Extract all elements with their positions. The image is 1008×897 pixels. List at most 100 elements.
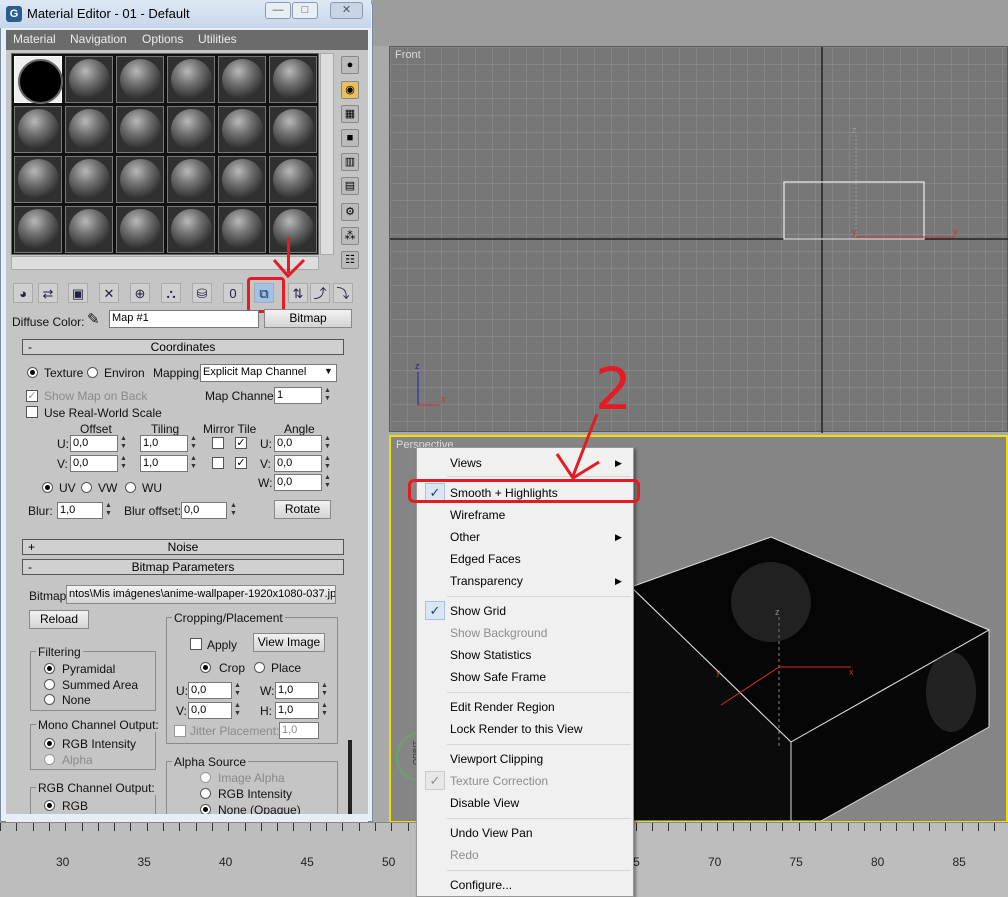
sample-slot[interactable]	[167, 156, 215, 203]
jitter-checkbox[interactable]	[174, 725, 186, 737]
sample-slot[interactable]	[116, 56, 164, 103]
spinner-icon[interactable]: ▲ ▼	[323, 435, 332, 452]
reload-button[interactable]: Reload	[29, 610, 89, 629]
sample-slot[interactable]	[116, 156, 164, 203]
alpha-rgb-intensity-radio[interactable]	[200, 788, 211, 799]
map-type-button[interactable]: Bitmap	[264, 309, 352, 328]
rgb-intensity-radio[interactable]	[44, 738, 55, 749]
menu-navigation[interactable]: Navigation	[70, 32, 127, 46]
menu-utilities[interactable]: Utilities	[198, 32, 237, 46]
blur-offset-field[interactable]: 0,0	[181, 502, 227, 519]
spinner-icon[interactable]: ▲ ▼	[323, 387, 332, 404]
sample-slot[interactable]	[218, 156, 266, 203]
make-preview-icon[interactable]: ▤	[341, 177, 359, 195]
blur-field[interactable]: 1,0	[57, 502, 103, 519]
spinner-icon[interactable]: ▲ ▼	[119, 455, 128, 472]
menu-item-edit-render-region[interactable]: Edit Render Region	[450, 700, 555, 714]
menu-item-disable-view[interactable]: Disable View	[450, 796, 519, 810]
v-tiling-field[interactable]: 1,0	[140, 455, 188, 472]
sample-slot[interactable]	[65, 206, 113, 253]
assign-material-icon[interactable]: ▣	[68, 283, 88, 303]
vw-radio[interactable]	[81, 482, 92, 493]
menu-item-show-statistics[interactable]: Show Statistics	[450, 648, 531, 662]
bitmap-parameters-rollout[interactable]: - Bitmap Parameters	[22, 559, 344, 575]
get-material-icon[interactable]: ◕	[13, 283, 33, 303]
sample-slot[interactable]	[65, 106, 113, 153]
spinner-icon[interactable]: ▲ ▼	[323, 474, 332, 491]
sample-slot[interactable]	[14, 56, 63, 104]
background-checker-icon[interactable]: ▦	[341, 105, 359, 123]
sample-slot[interactable]	[269, 56, 317, 103]
sample-slot[interactable]	[65, 156, 113, 203]
summed-area-radio[interactable]	[44, 679, 55, 690]
rotate-button[interactable]: Rotate	[274, 500, 331, 519]
none-radio[interactable]	[44, 694, 55, 705]
spinner-icon[interactable]: ▲ ▼	[119, 435, 128, 452]
sample-slot[interactable]	[167, 56, 215, 103]
go-forward-sibling-icon[interactable]: ⤵	[333, 283, 353, 303]
menu-item-configure[interactable]: Configure...	[450, 878, 512, 892]
put-to-library-icon[interactable]: ⛬	[161, 283, 181, 303]
menu-item-texture-correction[interactable]: Texture Correction	[450, 774, 548, 788]
panel-scroll-thumb[interactable]	[348, 740, 352, 814]
spinner-icon[interactable]: ▲ ▼	[229, 502, 238, 519]
rgb-radio[interactable]	[44, 800, 55, 811]
sample-slot[interactable]	[65, 56, 113, 103]
apply-checkbox[interactable]	[190, 638, 202, 650]
v-tile-checkbox[interactable]: ✓	[235, 457, 247, 469]
backlight-icon[interactable]: ◉	[341, 81, 359, 99]
sample-slot[interactable]	[218, 106, 266, 153]
texture-radio[interactable]	[27, 367, 38, 378]
spinner-icon[interactable]: ▲ ▼	[189, 455, 198, 472]
menu-item-transparency[interactable]: Transparency	[450, 574, 523, 588]
spinner-icon[interactable]: ▲ ▼	[320, 702, 329, 719]
menu-options[interactable]: Options	[142, 32, 183, 46]
sample-slot[interactable]	[218, 206, 266, 253]
u-mirror-checkbox[interactable]	[212, 437, 224, 449]
sample-type-icon[interactable]: ●	[341, 56, 359, 74]
menu-item-edged-faces[interactable]: Edged Faces	[450, 552, 521, 566]
viewport-front[interactable]: Front z y x z x	[389, 46, 1008, 433]
sample-slot[interactable]	[269, 206, 317, 253]
alpha-radio[interactable]	[44, 754, 55, 765]
menu-item-undo-view-pan[interactable]: Undo View Pan	[450, 826, 533, 840]
place-radio[interactable]	[254, 662, 265, 673]
crop-radio[interactable]	[200, 662, 211, 673]
wu-radio[interactable]	[125, 482, 136, 493]
image-alpha-radio[interactable]	[200, 772, 211, 783]
mapping-select[interactable]: Explicit Map Channel	[200, 364, 337, 382]
menu-item-show-grid[interactable]: Show Grid	[450, 604, 506, 618]
sample-slot[interactable]	[14, 156, 62, 203]
spinner-icon[interactable]: ▲ ▼	[320, 682, 329, 699]
put-to-scene-icon[interactable]: ⇄	[38, 283, 58, 303]
video-color-check-icon[interactable]: ▥	[341, 153, 359, 171]
map-channel-field[interactable]: 1	[274, 387, 322, 404]
menu-item-views[interactable]: Views	[450, 456, 482, 470]
menu-item-viewport-clipping[interactable]: Viewport Clipping	[450, 752, 543, 766]
noise-rollout[interactable]: + Noise	[22, 539, 344, 555]
show-end-result-icon[interactable]: ⇅	[288, 283, 308, 303]
sample-slot[interactable]	[269, 106, 317, 153]
slots-vertical-scrollbar[interactable]	[320, 53, 334, 255]
minimize-button[interactable]: —	[265, 2, 291, 19]
sample-uv-tiling-icon[interactable]: ■	[341, 129, 359, 147]
sample-slot[interactable]	[116, 106, 164, 153]
reset-map-icon[interactable]: ✕	[99, 283, 119, 303]
pyramidal-radio[interactable]	[44, 663, 55, 674]
crop-h-field[interactable]: 1,0	[275, 702, 319, 719]
eyedropper-icon[interactable]: ✎	[87, 310, 100, 328]
w-angle-field[interactable]: 0,0	[274, 474, 322, 491]
material-effects-channel-icon[interactable]: 0	[223, 283, 243, 303]
menu-item-show-background[interactable]: Show Background	[450, 626, 547, 640]
close-button[interactable]: ✕	[330, 2, 363, 19]
menu-item-lock-render-to-this-view[interactable]: Lock Render to this View	[450, 722, 583, 736]
sample-slot[interactable]	[218, 56, 266, 103]
sample-slot[interactable]	[14, 106, 62, 153]
u-tiling-field[interactable]: 1,0	[140, 435, 188, 452]
options-icon[interactable]: ⚙	[341, 203, 359, 221]
u-tile-checkbox[interactable]: ✓	[235, 437, 247, 449]
menu-item-other[interactable]: Other	[450, 530, 480, 544]
environ-radio[interactable]	[87, 367, 98, 378]
v-mirror-checkbox[interactable]	[212, 457, 224, 469]
spinner-icon[interactable]: ▲ ▼	[233, 682, 242, 699]
